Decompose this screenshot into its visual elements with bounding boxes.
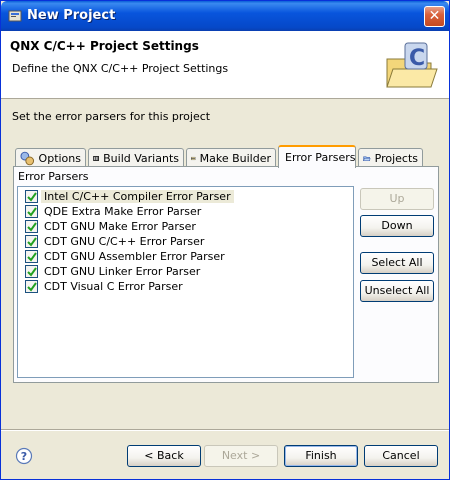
- list-item[interactable]: CDT Visual C Error Parser: [25, 279, 183, 294]
- check-icon: [27, 282, 37, 292]
- svg-text:?: ?: [21, 450, 27, 463]
- checkbox[interactable]: [25, 220, 38, 233]
- select-all-button[interactable]: Select All: [360, 252, 434, 274]
- up-button[interactable]: Up: [360, 188, 434, 210]
- list-item-label: CDT GNU Linker Error Parser: [44, 265, 201, 278]
- error-parsers-panel: Error Parsers Intel C/C++ Compiler Error…: [13, 166, 439, 383]
- tab-label: Build Variants: [103, 152, 179, 165]
- tab-options[interactable]: Options: [15, 148, 86, 168]
- list-item[interactable]: CDT GNU Assembler Error Parser: [25, 249, 225, 264]
- finish-button[interactable]: Finish: [284, 445, 358, 467]
- new-project-window: New Project ✕ QNX C/C++ Project Settings…: [0, 0, 450, 480]
- tab-make-builder[interactable]: Make Builder: [186, 148, 276, 168]
- checkbox[interactable]: [25, 280, 38, 293]
- check-icon: [27, 267, 37, 277]
- c-folder-wizard-icon: C: [386, 42, 438, 88]
- close-button[interactable]: ✕: [424, 6, 445, 27]
- settings-tabs: Options Build Variants Make Builder Erro…: [15, 145, 439, 168]
- down-button[interactable]: Down: [360, 215, 434, 237]
- window-title: New Project: [27, 8, 116, 23]
- help-icon[interactable]: ?: [15, 447, 33, 465]
- list-item-label: QDE Extra Make Error Parser: [44, 205, 202, 218]
- instruction-text: Set the error parsers for this project: [12, 110, 211, 123]
- svg-text:C: C: [409, 46, 425, 71]
- next-button[interactable]: Next >: [204, 445, 278, 467]
- checkbox[interactable]: [25, 190, 38, 203]
- tab-label: Error Parsers: [285, 151, 356, 164]
- list-item[interactable]: QDE Extra Make Error Parser: [25, 204, 201, 219]
- list-item-label: CDT GNU Assembler Error Parser: [44, 250, 225, 263]
- list-item-label: CDT Visual C Error Parser: [44, 280, 183, 293]
- check-icon: [27, 222, 37, 232]
- tab-projects[interactable]: Projects: [358, 148, 423, 168]
- list-item-label: CDT GNU C/C++ Error Parser: [44, 235, 205, 248]
- list-item[interactable]: CDT GNU Linker Error Parser: [25, 264, 200, 279]
- wizard-banner: QNX C/C++ Project Settings Define the QN…: [1, 31, 449, 99]
- tab-label: Make Builder: [199, 152, 271, 165]
- title-bar[interactable]: New Project ✕: [1, 1, 449, 31]
- checkbox[interactable]: [25, 265, 38, 278]
- page-title: QNX C/C++ Project Settings: [10, 39, 199, 53]
- cancel-button[interactable]: Cancel: [364, 445, 438, 467]
- projects-folder-icon: [363, 156, 371, 162]
- footer-separator: [1, 429, 449, 431]
- window-app-icon: [8, 10, 22, 22]
- tab-build-variants[interactable]: Build Variants: [88, 148, 184, 168]
- list-item[interactable]: CDT GNU Make Error Parser: [25, 219, 196, 234]
- page-description: Define the QNX C/C++ Project Settings: [12, 62, 229, 75]
- tab-label: Projects: [374, 152, 418, 165]
- check-icon: [27, 192, 37, 202]
- error-parsers-group-label: Error Parsers: [18, 170, 89, 183]
- tab-label: Options: [38, 152, 81, 165]
- list-item-label: Intel C/C++ Compiler Error Parser: [41, 190, 234, 203]
- back-button[interactable]: < Back: [127, 445, 201, 467]
- checkbox[interactable]: [25, 235, 38, 248]
- options-icon: [20, 151, 35, 166]
- list-item-label: CDT GNU Make Error Parser: [44, 220, 196, 233]
- make-builder-icon: [191, 156, 196, 161]
- build-variants-icon: [93, 156, 99, 161]
- list-item[interactable]: CDT GNU C/C++ Error Parser: [25, 234, 204, 249]
- unselect-all-button[interactable]: Unselect All: [360, 280, 434, 302]
- close-icon: ✕: [428, 8, 441, 24]
- error-parsers-list[interactable]: Intel C/C++ Compiler Error Parser QDE Ex…: [17, 186, 354, 378]
- check-icon: [27, 252, 37, 262]
- check-icon: [27, 207, 37, 217]
- check-icon: [27, 237, 37, 247]
- checkbox[interactable]: [25, 205, 38, 218]
- tab-error-parsers[interactable]: Error Parsers: [278, 145, 356, 168]
- checkbox[interactable]: [25, 250, 38, 263]
- list-item[interactable]: Intel C/C++ Compiler Error Parser: [25, 189, 234, 204]
